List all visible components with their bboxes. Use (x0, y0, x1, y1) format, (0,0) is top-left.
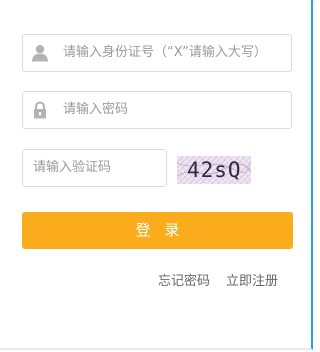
login-panel: 请输入身份证号（“X”请输入大写） 请输入密码 请输入验证码 42sQ 登录 忘… (0, 0, 313, 350)
register-link[interactable]: 立即注册 (226, 272, 278, 292)
lock-icon (31, 101, 49, 119)
captcha-placeholder: 请输入验证码 (33, 160, 112, 175)
login-button[interactable]: 登录 (22, 212, 293, 249)
captcha-code: 42sQ (187, 158, 242, 182)
id-number-placeholder: 请输入身份证号（“X”请输入大写） (63, 45, 267, 60)
password-field[interactable]: 请输入密码 (22, 91, 292, 129)
forgot-password-link[interactable]: 忘记密码 (158, 272, 210, 292)
id-number-field[interactable]: 请输入身份证号（“X”请输入大写） (22, 34, 292, 72)
user-icon (31, 44, 49, 62)
auth-links: 忘记密码 立即注册 (150, 272, 285, 292)
password-placeholder: 请输入密码 (63, 102, 129, 117)
captcha-image[interactable]: 42sQ (177, 156, 251, 184)
captcha-field[interactable]: 请输入验证码 (22, 149, 167, 187)
